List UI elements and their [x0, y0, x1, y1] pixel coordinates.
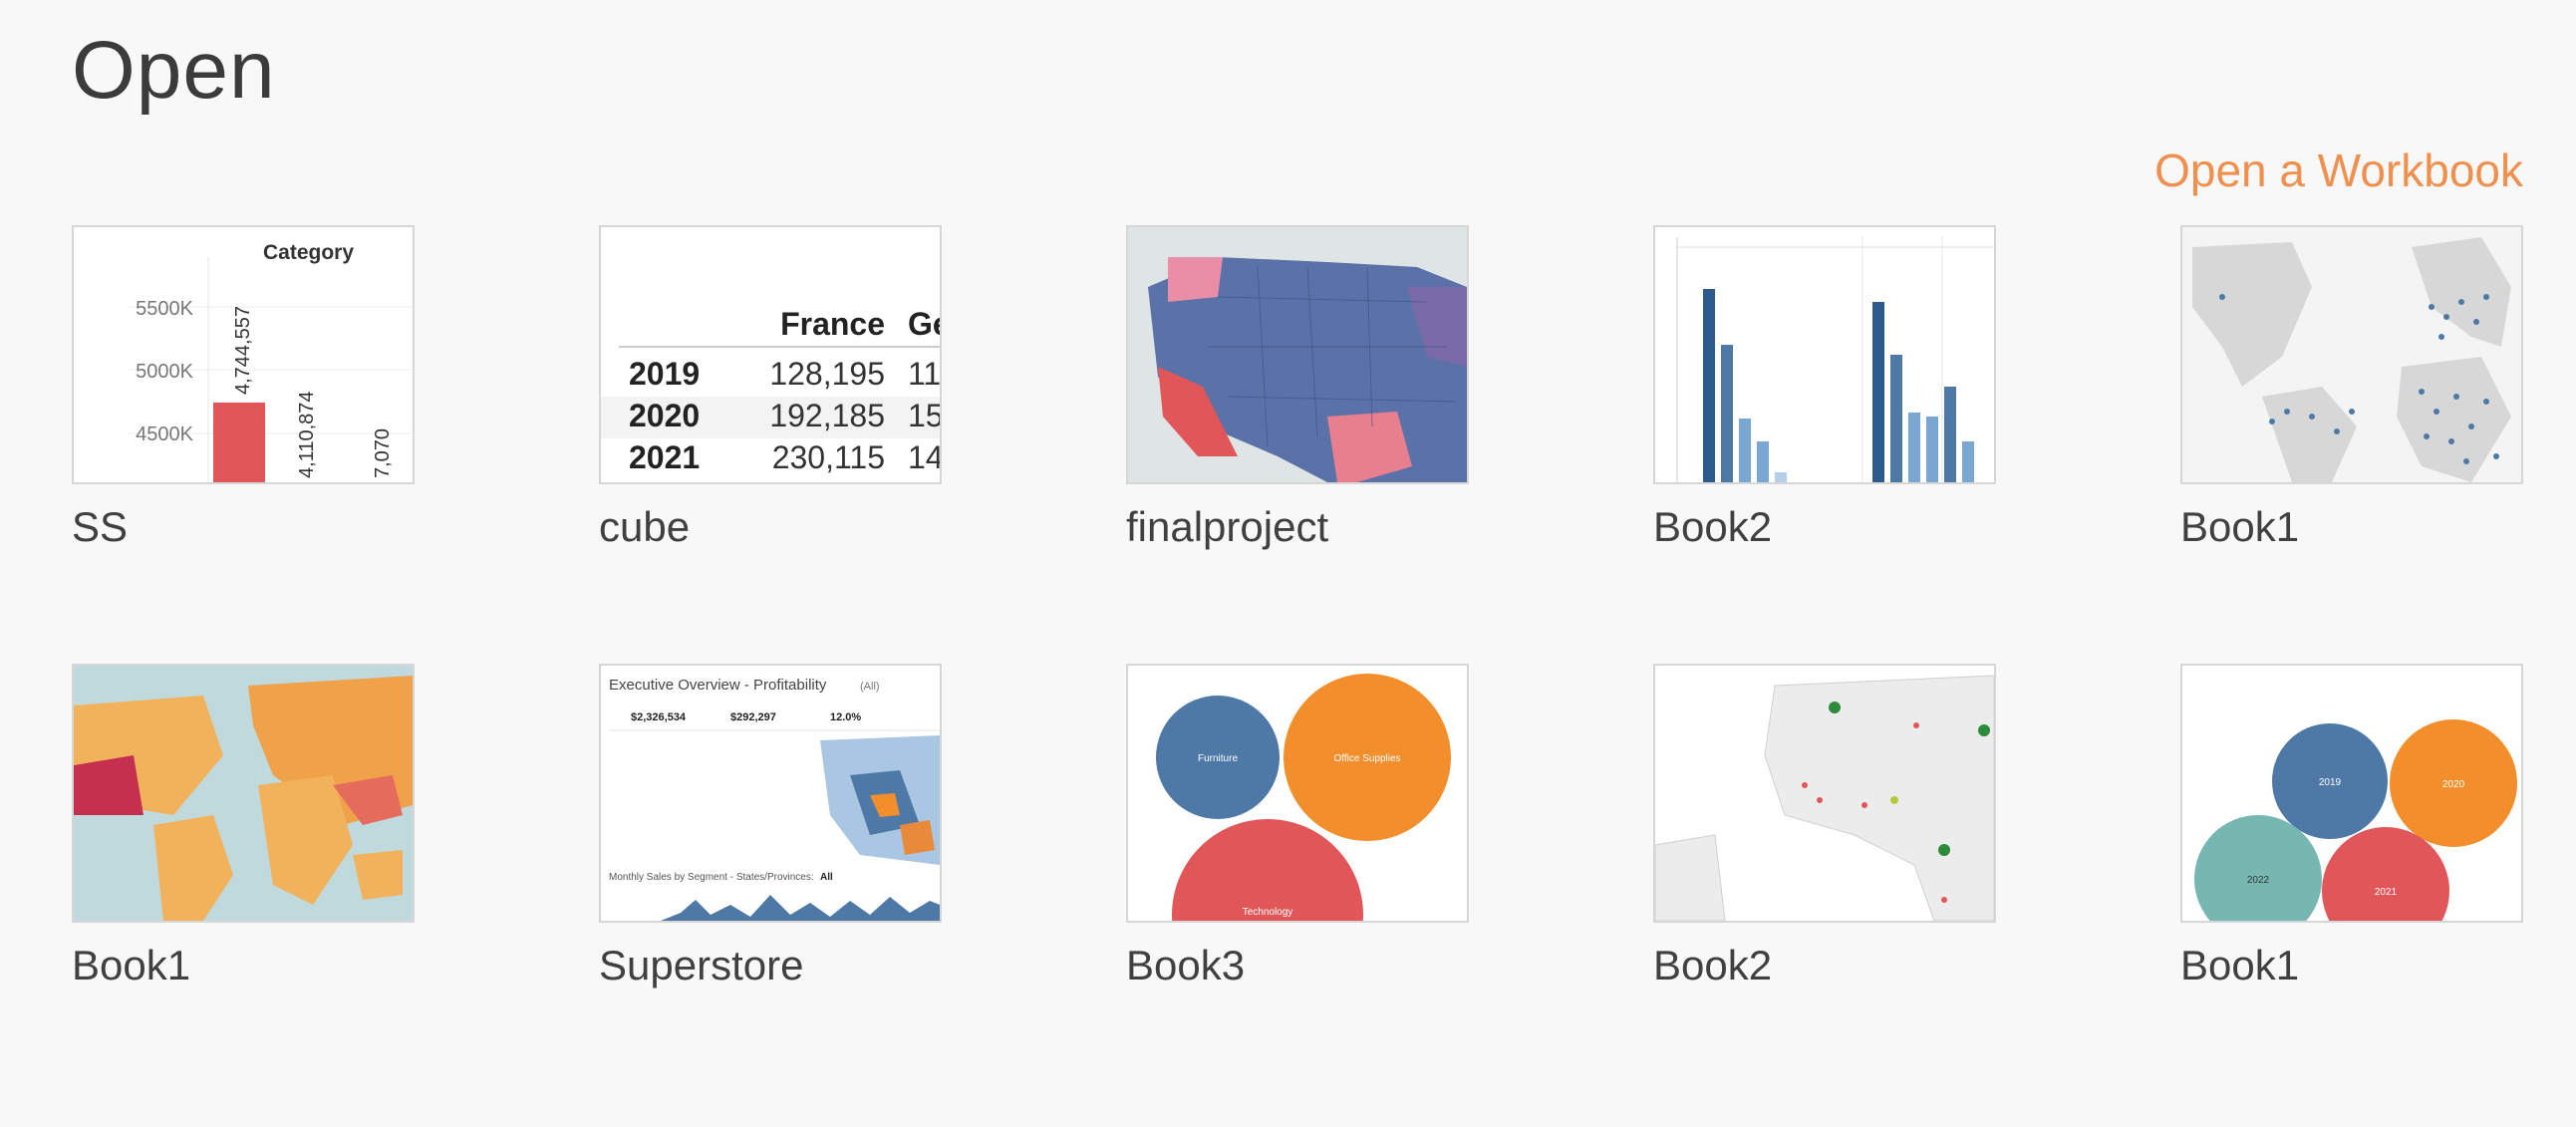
table-cell: 192,185 [769, 398, 885, 433]
workbook-name[interactable]: Superstore [599, 941, 942, 990]
row-header: 2020 [629, 398, 700, 433]
workbook-thumbnail[interactable]: 2019 2020 2022 2021 [2180, 664, 2523, 923]
workbook-name[interactable]: Book1 [2180, 502, 2523, 552]
row-header: 2021 [629, 439, 700, 475]
bar-label: 4,110,874 [296, 392, 318, 479]
ss-bar-chart-preview: Category 5500K 5000K 4500K 4,744,557 4,1… [129, 241, 413, 482]
workbook-name[interactable]: cube [599, 502, 942, 552]
dashboard-footer: Monthly Sales by Segment - States/Provin… [609, 872, 814, 883]
workbook-thumbnail[interactable] [72, 664, 415, 923]
workbook-name[interactable]: Book2 [1653, 502, 1996, 552]
workbook-name[interactable]: SS [72, 502, 415, 552]
africa-map-preview [1655, 666, 1994, 921]
workbook-thumbnail[interactable] [1653, 225, 1996, 484]
workbook-thumbnail[interactable] [1126, 225, 1469, 484]
bubble-label: 2020 [2442, 779, 2465, 790]
table-cell: 128,195 [769, 356, 885, 392]
workbook-card-book1-world[interactable]: Book1 [72, 664, 415, 990]
y-tick: 4500K [136, 423, 193, 445]
bubble-label: Furniture [1198, 753, 1238, 764]
workbook-card-book1-map[interactable]: Book1 [2180, 225, 2523, 552]
page-title: Open [72, 25, 276, 116]
workbook-name[interactable]: Book2 [1653, 941, 1996, 990]
dashboard-title-suffix: (All) [860, 681, 880, 693]
kpi-value: $2,326,534 [631, 711, 687, 723]
table-cell: 11 [908, 356, 940, 392]
superstore-dashboard-preview: Executive Overview - Profitability (All)… [609, 677, 940, 921]
workbook-name[interactable]: Book3 [1126, 941, 1469, 990]
workbook-card-book1-bubbles[interactable]: 2019 2020 2022 2021 Book1 [2180, 664, 2523, 990]
bubble-label: 2022 [2247, 875, 2270, 886]
workbook-thumbnail[interactable]: Furniture Office Supplies Technology [1126, 664, 1469, 923]
workbook-card-book2-bars[interactable]: Book2 [1653, 225, 1996, 552]
bubble-label: 2019 [2319, 777, 2342, 788]
chart-header: Category [263, 241, 354, 264]
workbook-name[interactable]: finalproject [1126, 502, 1469, 552]
bar [213, 403, 265, 482]
column-header: France [780, 306, 885, 342]
workbook-thumbnail[interactable]: France Ge 2019 128,195 11 2020 192,185 1… [599, 225, 942, 484]
bubble-label: Technology [1243, 907, 1293, 918]
kpi-value: $292,297 [730, 711, 776, 723]
workbook-card-book3[interactable]: Furniture Office Supplies Technology Boo… [1126, 664, 1469, 990]
workbook-card-ss[interactable]: Category 5500K 5000K 4500K 4,744,557 4,1… [72, 225, 415, 552]
bubble-label: 2021 [2375, 887, 2398, 898]
workbook-thumbnail[interactable] [2180, 225, 2523, 484]
bubble-chart-preview: Furniture Office Supplies Technology [1156, 674, 1451, 921]
table-cell: 15 [908, 398, 940, 433]
workbook-thumbnail[interactable] [1653, 664, 1996, 923]
kpi-value: 12.0% [830, 711, 861, 723]
workbook-name[interactable]: Book1 [72, 941, 415, 990]
workbook-name[interactable]: Book1 [2180, 941, 2523, 990]
book2-bar-preview [1676, 237, 1994, 482]
workbook-card-finalproject[interactable]: finalproject [1126, 225, 1469, 552]
table-cell: 230,115 [772, 439, 885, 475]
dashboard-footer-value: All [820, 872, 833, 883]
bubble-label: Office Supplies [1333, 753, 1400, 764]
us-map-preview [1128, 227, 1467, 482]
workbook-thumbnail[interactable]: Executive Overview - Profitability (All)… [599, 664, 942, 923]
open-workbook-link[interactable]: Open a Workbook [2154, 143, 2523, 198]
world-choropleth-preview [74, 666, 413, 921]
workbook-card-superstore[interactable]: Executive Overview - Profitability (All)… [599, 664, 942, 990]
bar-label: 4,744,557 [232, 306, 254, 395]
year-bubble-preview: 2019 2020 2022 2021 [2194, 719, 2517, 921]
bar-label: 7,070 [372, 428, 394, 478]
workbook-thumbnail[interactable]: Category 5500K 5000K 4500K 4,744,557 4,1… [72, 225, 415, 484]
table-cell: 14 [908, 439, 940, 475]
world-dot-map-preview [2182, 227, 2521, 482]
column-header: Ge [908, 306, 940, 342]
dashboard-title: Executive Overview - Profitability [609, 677, 827, 694]
y-tick: 5500K [136, 298, 193, 320]
y-tick: 5000K [136, 361, 193, 383]
cube-table-preview: France Ge 2019 128,195 11 2020 192,185 1… [601, 306, 940, 475]
row-header: 2019 [629, 356, 700, 392]
workbook-card-cube[interactable]: France Ge 2019 128,195 11 2020 192,185 1… [599, 225, 942, 552]
workbook-card-book2-map[interactable]: Book2 [1653, 664, 1996, 990]
